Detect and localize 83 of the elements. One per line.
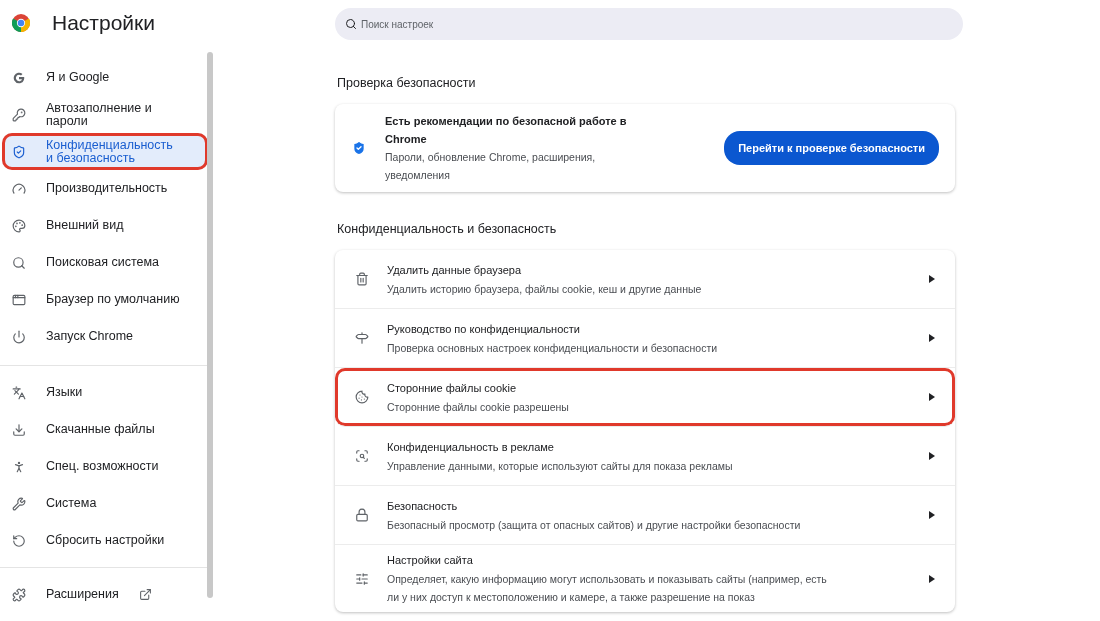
sidebar-item[interactable]: Я и Google: [0, 59, 208, 96]
scrollbar[interactable]: [207, 52, 213, 598]
settings-row[interactable]: Сторонние файлы cookie Сторонние файлы cookie разрешены: [335, 368, 955, 427]
caret-icon: [929, 511, 935, 519]
sliders-icon: [355, 571, 369, 586]
section-heading: Конфиденциальность и безопасность: [337, 222, 558, 236]
sidebar-item[interactable]: Поисковая система: [0, 244, 208, 281]
reset-icon: [12, 533, 26, 548]
person-icon: [12, 459, 26, 474]
shield-icon: [351, 140, 367, 156]
row-title: Руководство по конфиденциальности: [387, 321, 581, 337]
puzzle-icon: [12, 587, 26, 602]
settings-row[interactable]: Настройки сайта Определяет, какую информацию могут использовать и показывать сайты (например, есть ли у них доступ к местоположению и камере, а также разрешение на показ: [335, 545, 955, 612]
sidebar-item-label: Внешний вид: [46, 219, 124, 232]
row-subtitle: Управление данными, которые используют сайты для показа рекламы: [387, 458, 734, 474]
row-subtitle: Определяет, какую информацию могут использовать и показывать сайты (например, есть ли у них доступ к местоположению и камере, а также разрешение на показ: [387, 572, 828, 605]
sidebar-item-label: Запуск Chrome: [46, 330, 134, 343]
row-subtitle: Безопасный просмотр (защита от опасных сайтов) и другие настройки безопасности: [387, 517, 802, 533]
sidebar-item-label: Языки: [46, 386, 83, 399]
row-title: Сторонние файлы cookie: [387, 380, 518, 396]
sidebar-item-label: Конфиденциальность и безопасность: [46, 138, 174, 165]
row-subtitle: Удалить историю браузера, файлы cookie, кеш и другие данные: [387, 281, 703, 297]
sidebar-item[interactable]: Спец. возможности: [0, 448, 208, 485]
sidebar-item-label: Поисковая система: [46, 256, 159, 269]
search-field[interactable]: Поиск настроек: [335, 8, 963, 40]
settings-row[interactable]: Безопасность Безопасный просмотр (защита от опасных сайтов) и другие настройки безопасности: [335, 486, 955, 545]
caret-icon: [929, 574, 935, 583]
search-icon: [345, 18, 357, 30]
lock-icon: [355, 508, 369, 522]
search-pointer-icon: [355, 449, 369, 463]
sidebar-item-label: Система: [46, 497, 97, 510]
settings-row[interactable]: Руководство по конфиденциальности Проверка основных настроек конфиденциальности и безопасности: [335, 309, 955, 368]
sidebar-item[interactable]: Запуск Chrome: [0, 318, 208, 355]
wrench-icon: [12, 496, 26, 511]
google-g-icon: [12, 70, 26, 85]
section-heading: Проверка безопасности: [337, 76, 477, 90]
settings-row[interactable]: Удалить данные браузера Удалить историю браузера, файлы cookie, кеш и другие данные: [335, 250, 955, 309]
download-icon: [12, 422, 26, 437]
sidebar-item[interactable]: Языки: [0, 374, 208, 411]
caret-icon: [929, 393, 935, 401]
sidebar-item[interactable]: Внешний вид: [0, 207, 208, 244]
sidebar-item-label: Скачанные файлы: [46, 423, 155, 436]
sidebar-item-label: Спец. возможности: [46, 460, 159, 473]
caret-icon: [929, 334, 935, 342]
sidebar-item[interactable]: Система: [0, 485, 208, 522]
row-title: Настройки сайта: [387, 553, 474, 568]
sidebar-item[interactable]: Автозаполнение и пароли: [0, 96, 208, 133]
safety-check-title: Есть рекомендации по безопасной работе в Chrome: [385, 114, 628, 147]
row-subtitle: Сторонние файлы cookie разрешены: [387, 399, 570, 415]
sidebar-item-label: Автозаполнение и пароли: [46, 101, 153, 128]
palette-icon: [12, 218, 26, 233]
sidebar-item[interactable]: Браузер по умолчанию: [0, 281, 208, 318]
sidebar-item[interactable]: Сбросить настройки: [0, 522, 208, 559]
sidebar-item[interactable]: Производительность: [0, 170, 208, 207]
sidebar-item-label: Расширения: [46, 588, 119, 601]
sidebar-item-label: Браузер по умолчанию: [46, 293, 180, 306]
search-icon: [12, 255, 26, 270]
shield-icon: [12, 144, 26, 159]
power-icon: [12, 329, 26, 344]
row-title: Безопасность: [387, 498, 459, 514]
signpost-icon: [355, 331, 369, 345]
page-title: Настройки: [52, 10, 155, 35]
window-icon: [12, 292, 26, 307]
cookie-icon: [355, 390, 369, 404]
translate-icon: [12, 385, 26, 400]
safety-check-button[interactable]: Перейти к проверке безопасности: [724, 131, 939, 165]
caret-icon: [929, 275, 935, 283]
sidebar-item[interactable]: Расширения: [0, 576, 208, 613]
row-subtitle: Проверка основных настроек конфиденциальности и безопасности: [387, 340, 719, 356]
sidebar-item-label: Я и Google: [46, 71, 110, 84]
sidebar-item-label: Производительность: [46, 182, 168, 195]
row-title: Удалить данные браузера: [387, 262, 522, 278]
sidebar-item[interactable]: Скачанные файлы: [0, 411, 208, 448]
gauge-icon: [12, 181, 26, 196]
sidebar-item-label: Сбросить настройки: [46, 534, 165, 547]
safety-check-subtitle: Пароли, обновление Chrome, расширения, уведомления: [385, 150, 597, 183]
browser-logo: [12, 13, 30, 32]
sidebar-item[interactable]: Конфиденциальность и безопасность: [2, 133, 208, 170]
trash-icon: [355, 272, 369, 286]
key-icon: [12, 107, 26, 122]
settings-row[interactable]: Конфиденциальность в рекламе Управление данными, которые используют сайты для показа рекламы: [335, 427, 955, 486]
caret-icon: [929, 452, 935, 460]
row-title: Конфиденциальность в рекламе: [387, 439, 555, 455]
